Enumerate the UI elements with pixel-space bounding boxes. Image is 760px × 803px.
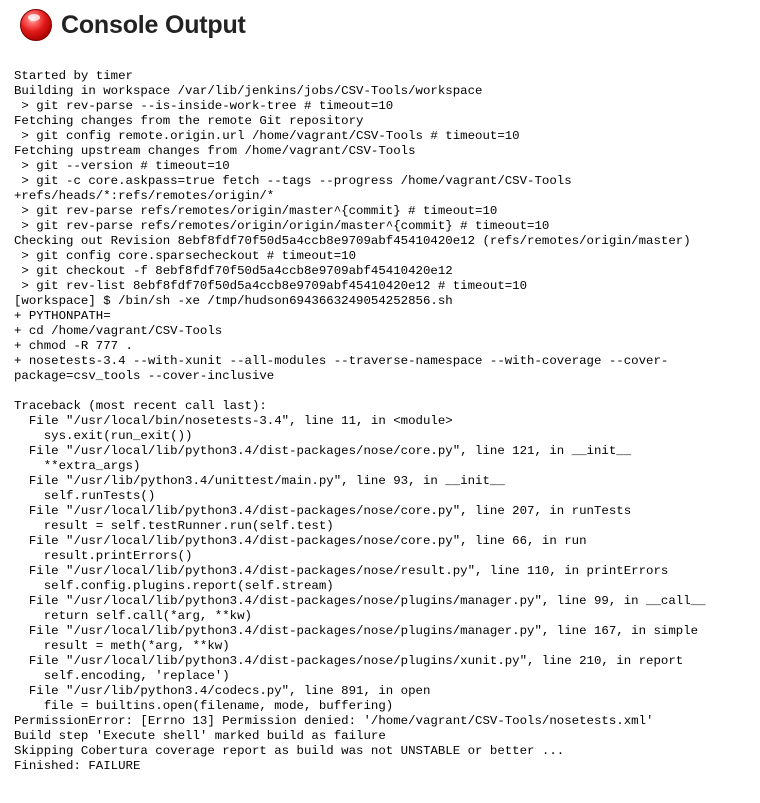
- console-line: > git config core.sparsecheckout # timeo…: [14, 249, 357, 263]
- console-output: Started by timer Building in workspace /…: [14, 69, 706, 774]
- console-line: PermissionError: [Errno 13] Permission d…: [14, 714, 654, 728]
- console-line: Building in workspace /var/lib/jenkins/j…: [14, 84, 483, 98]
- console-line: Finished: FAILURE: [14, 759, 141, 773]
- console-line: > git --version # timeout=10: [14, 159, 230, 173]
- console-line: Skipping Cobertura coverage report as bu…: [14, 744, 565, 758]
- console-line: result.printErrors(): [14, 549, 193, 563]
- console-line: package=csv_tools --cover-inclusive: [14, 369, 275, 383]
- console-line: File "/usr/local/lib/python3.4/dist-pack…: [14, 654, 684, 668]
- console-line: > git rev-list 8ebf8fdf70f50d5a4ccb8e970…: [14, 279, 528, 293]
- console-line: + nosetests-3.4 --with-xunit --all-modul…: [14, 354, 669, 368]
- console-line: File "/usr/local/lib/python3.4/dist-pack…: [14, 564, 669, 578]
- console-line: + PYTHONPATH=: [14, 309, 111, 323]
- console-line: Build step 'Execute shell' marked build …: [14, 729, 386, 743]
- console-line: return self.call(*arg, **kw): [14, 609, 252, 623]
- console-line: Checking out Revision 8ebf8fdf70f50d5a4c…: [14, 234, 691, 248]
- console-line: File "/usr/lib/python3.4/unittest/main.p…: [14, 474, 505, 488]
- console-line: File "/usr/local/lib/python3.4/dist-pack…: [14, 504, 632, 518]
- console-line: self.config.plugins.report(self.stream): [14, 579, 334, 593]
- console-line: self.encoding, 'replace'): [14, 669, 230, 683]
- console-line: self.runTests(): [14, 489, 156, 503]
- console-line: sys.exit(run_exit()): [14, 429, 193, 443]
- console-line: result = meth(*arg, **kw): [14, 639, 230, 653]
- console-line: > git -c core.askpass=true fetch --tags …: [14, 174, 572, 188]
- console-line: + chmod -R 777 .: [14, 339, 133, 353]
- console-line: File "/usr/local/lib/python3.4/dist-pack…: [14, 534, 587, 548]
- console-line: +refs/heads/*:refs/remotes/origin/*: [14, 189, 275, 203]
- console-line: File "/usr/local/lib/python3.4/dist-pack…: [14, 444, 632, 458]
- console-line: > git rev-parse refs/remotes/origin/mast…: [14, 204, 498, 218]
- console-line: > git rev-parse --is-inside-work-tree # …: [14, 99, 394, 113]
- console-line: Fetching upstream changes from /home/vag…: [14, 144, 416, 158]
- console-line: > git config remote.origin.url /home/vag…: [14, 129, 520, 143]
- console-line: File "/usr/local/lib/python3.4/dist-pack…: [14, 594, 706, 608]
- console-line: **extra_args): [14, 459, 141, 473]
- page-header: Console Output: [20, 5, 246, 45]
- console-line: [workspace] $ /bin/sh -xe /tmp/hudson694…: [14, 294, 453, 308]
- console-line: > git rev-parse refs/remotes/origin/orig…: [14, 219, 550, 233]
- red-ball-icon: [20, 9, 52, 41]
- console-line: Started by timer: [14, 69, 133, 83]
- console-line: file = builtins.open(filename, mode, buf…: [14, 699, 394, 713]
- console-line: + cd /home/vagrant/CSV-Tools: [14, 324, 223, 338]
- page-title: Console Output: [61, 10, 246, 39]
- console-line: File "/usr/lib/python3.4/codecs.py", lin…: [14, 684, 431, 698]
- console-line: File "/usr/local/lib/python3.4/dist-pack…: [14, 624, 699, 638]
- console-line: > git checkout -f 8ebf8fdf70f50d5a4ccb8e…: [14, 264, 453, 278]
- console-line: File "/usr/local/bin/nosetests-3.4", lin…: [14, 414, 453, 428]
- console-line: Fetching changes from the remote Git rep…: [14, 114, 364, 128]
- console-line: result = self.testRunner.run(self.test): [14, 519, 334, 533]
- console-line: Traceback (most recent call last):: [14, 399, 267, 413]
